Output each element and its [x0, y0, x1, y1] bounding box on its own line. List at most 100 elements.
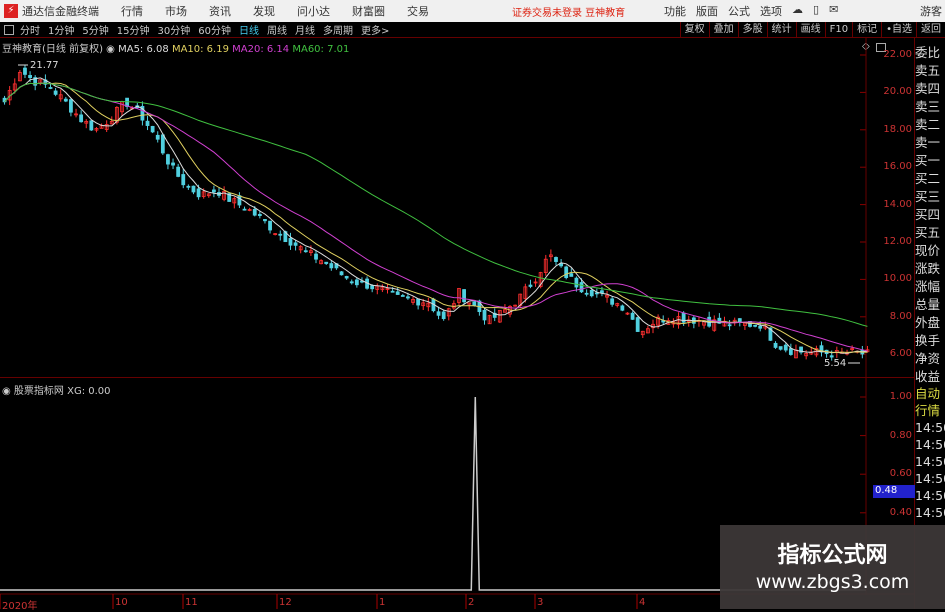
- candle-body: [329, 263, 334, 269]
- candle-body: [196, 188, 201, 198]
- settings-circle-icon[interactable]: ◉: [2, 386, 11, 397]
- x-tick-label: 2020年: [2, 601, 38, 612]
- quote-field-label: 卖二: [915, 117, 941, 132]
- quote-field-label: 卖三: [915, 99, 941, 114]
- tick-row: 14:50: [915, 488, 945, 503]
- candle-body: [354, 279, 359, 286]
- candle-body: [23, 67, 27, 75]
- y-tick-label: 22.00: [883, 49, 912, 60]
- candle-body: [176, 166, 181, 177]
- candle-body: [278, 233, 283, 236]
- quote-field-label: 涨幅: [915, 279, 941, 294]
- candle-body: [171, 162, 175, 166]
- candle-body: [344, 276, 349, 279]
- candle-body: [79, 114, 84, 123]
- candle-body: [349, 281, 354, 284]
- candle-body: [263, 219, 267, 222]
- tick-row: 自动: [915, 386, 941, 401]
- watermark-url: www.zbgs3.com: [755, 571, 910, 593]
- candle-body: [436, 311, 441, 316]
- candle-body: [48, 87, 53, 89]
- candle-body: [773, 342, 778, 348]
- x-tick-label: 11: [185, 597, 198, 608]
- candle-body: [564, 266, 569, 279]
- quote-field-label: 委比: [915, 45, 941, 60]
- candle-body: [288, 238, 293, 246]
- y-tick-label: 1.00: [889, 391, 912, 402]
- pane-divider: [0, 377, 914, 378]
- indicator-title: 股票指标网: [13, 386, 64, 397]
- candle-body: [155, 134, 160, 140]
- candle-body: [252, 208, 257, 216]
- quote-field-label: 现价: [915, 243, 941, 258]
- y-tick-label: 12.00: [883, 236, 912, 247]
- x-tick-label: 1: [379, 597, 386, 608]
- candle-body: [584, 292, 589, 295]
- quote-field-label: 收益: [915, 369, 941, 384]
- ma-line-5: [4, 77, 868, 354]
- candle-body: [400, 295, 405, 297]
- candle-body: [472, 301, 477, 306]
- candle-body: [28, 75, 32, 79]
- back-button[interactable]: 返回: [916, 22, 945, 38]
- candle-body: [620, 305, 625, 311]
- tick-row: 行情: [915, 403, 941, 418]
- ma-line-60: [4, 82, 868, 327]
- ticks-side-panel: 自动行情 14:50 14:50 14:50 14:50 14:50 14:50: [915, 385, 945, 521]
- quote-field-label: 换手: [915, 333, 941, 348]
- candle-body: [737, 318, 742, 323]
- candle-body: [242, 208, 247, 211]
- candle-body: [635, 317, 640, 332]
- quote-field-label: 买四: [915, 207, 941, 222]
- candle-body: [293, 242, 298, 246]
- candle-body: [390, 290, 395, 293]
- quote-field-label: 外盘: [915, 315, 941, 330]
- quote-field-label: 卖一: [915, 135, 941, 150]
- current-value-marker: 0.48: [873, 485, 915, 498]
- candle-body: [314, 253, 318, 260]
- tick-row: 14:50: [915, 437, 945, 452]
- candle-body: [829, 355, 834, 358]
- candle-body: [406, 296, 410, 299]
- candle-body: [416, 298, 421, 306]
- quote-field-label: 卖五: [915, 63, 941, 78]
- candle-body: [211, 189, 216, 193]
- candle-body: [569, 273, 574, 277]
- candle-body: [594, 292, 599, 295]
- user-label[interactable]: 游客: [920, 3, 942, 19]
- candle-body: [610, 298, 615, 305]
- tick-row: 14:50: [915, 505, 945, 520]
- price-chart[interactable]: 21.77 5.54: [0, 0, 914, 609]
- y-tick-label: 18.00: [883, 123, 912, 135]
- candle-body: [237, 195, 242, 206]
- candle-body: [181, 174, 186, 186]
- candle-body: [788, 348, 793, 355]
- candle-body: [324, 261, 329, 264]
- candle-body: [574, 277, 579, 288]
- quote-field-label: 涨跌: [915, 261, 941, 276]
- y-tick-label: 20.00: [883, 86, 912, 98]
- candle-body: [370, 285, 375, 290]
- watermark: 指标公式网 www.zbgs3.com: [720, 525, 945, 609]
- y-tick-label: 14.00: [883, 198, 912, 210]
- candle-body: [186, 185, 191, 188]
- candle-body: [303, 250, 308, 253]
- quote-field-label: 买五: [915, 225, 941, 240]
- candle-body: [339, 271, 344, 276]
- candle-body: [160, 134, 165, 154]
- candle-body: [89, 120, 94, 131]
- ma-line-20: [4, 82, 868, 352]
- candle-body: [395, 291, 400, 295]
- candle-body: [600, 290, 604, 294]
- candle-body: [727, 324, 732, 327]
- quote-field-label: 买一: [915, 153, 941, 168]
- candle-body: [441, 311, 446, 320]
- indicator-header: ◉ 股票指标网 XG: 0.00: [2, 382, 111, 397]
- y-tick-label: 8.00: [889, 310, 912, 322]
- candle-body: [69, 99, 73, 113]
- tick-row: 14:50: [915, 420, 945, 435]
- y-tick-label: 16.00: [883, 161, 912, 173]
- candle-body: [783, 344, 788, 351]
- candle-body: [257, 213, 262, 217]
- candle-body: [63, 98, 68, 102]
